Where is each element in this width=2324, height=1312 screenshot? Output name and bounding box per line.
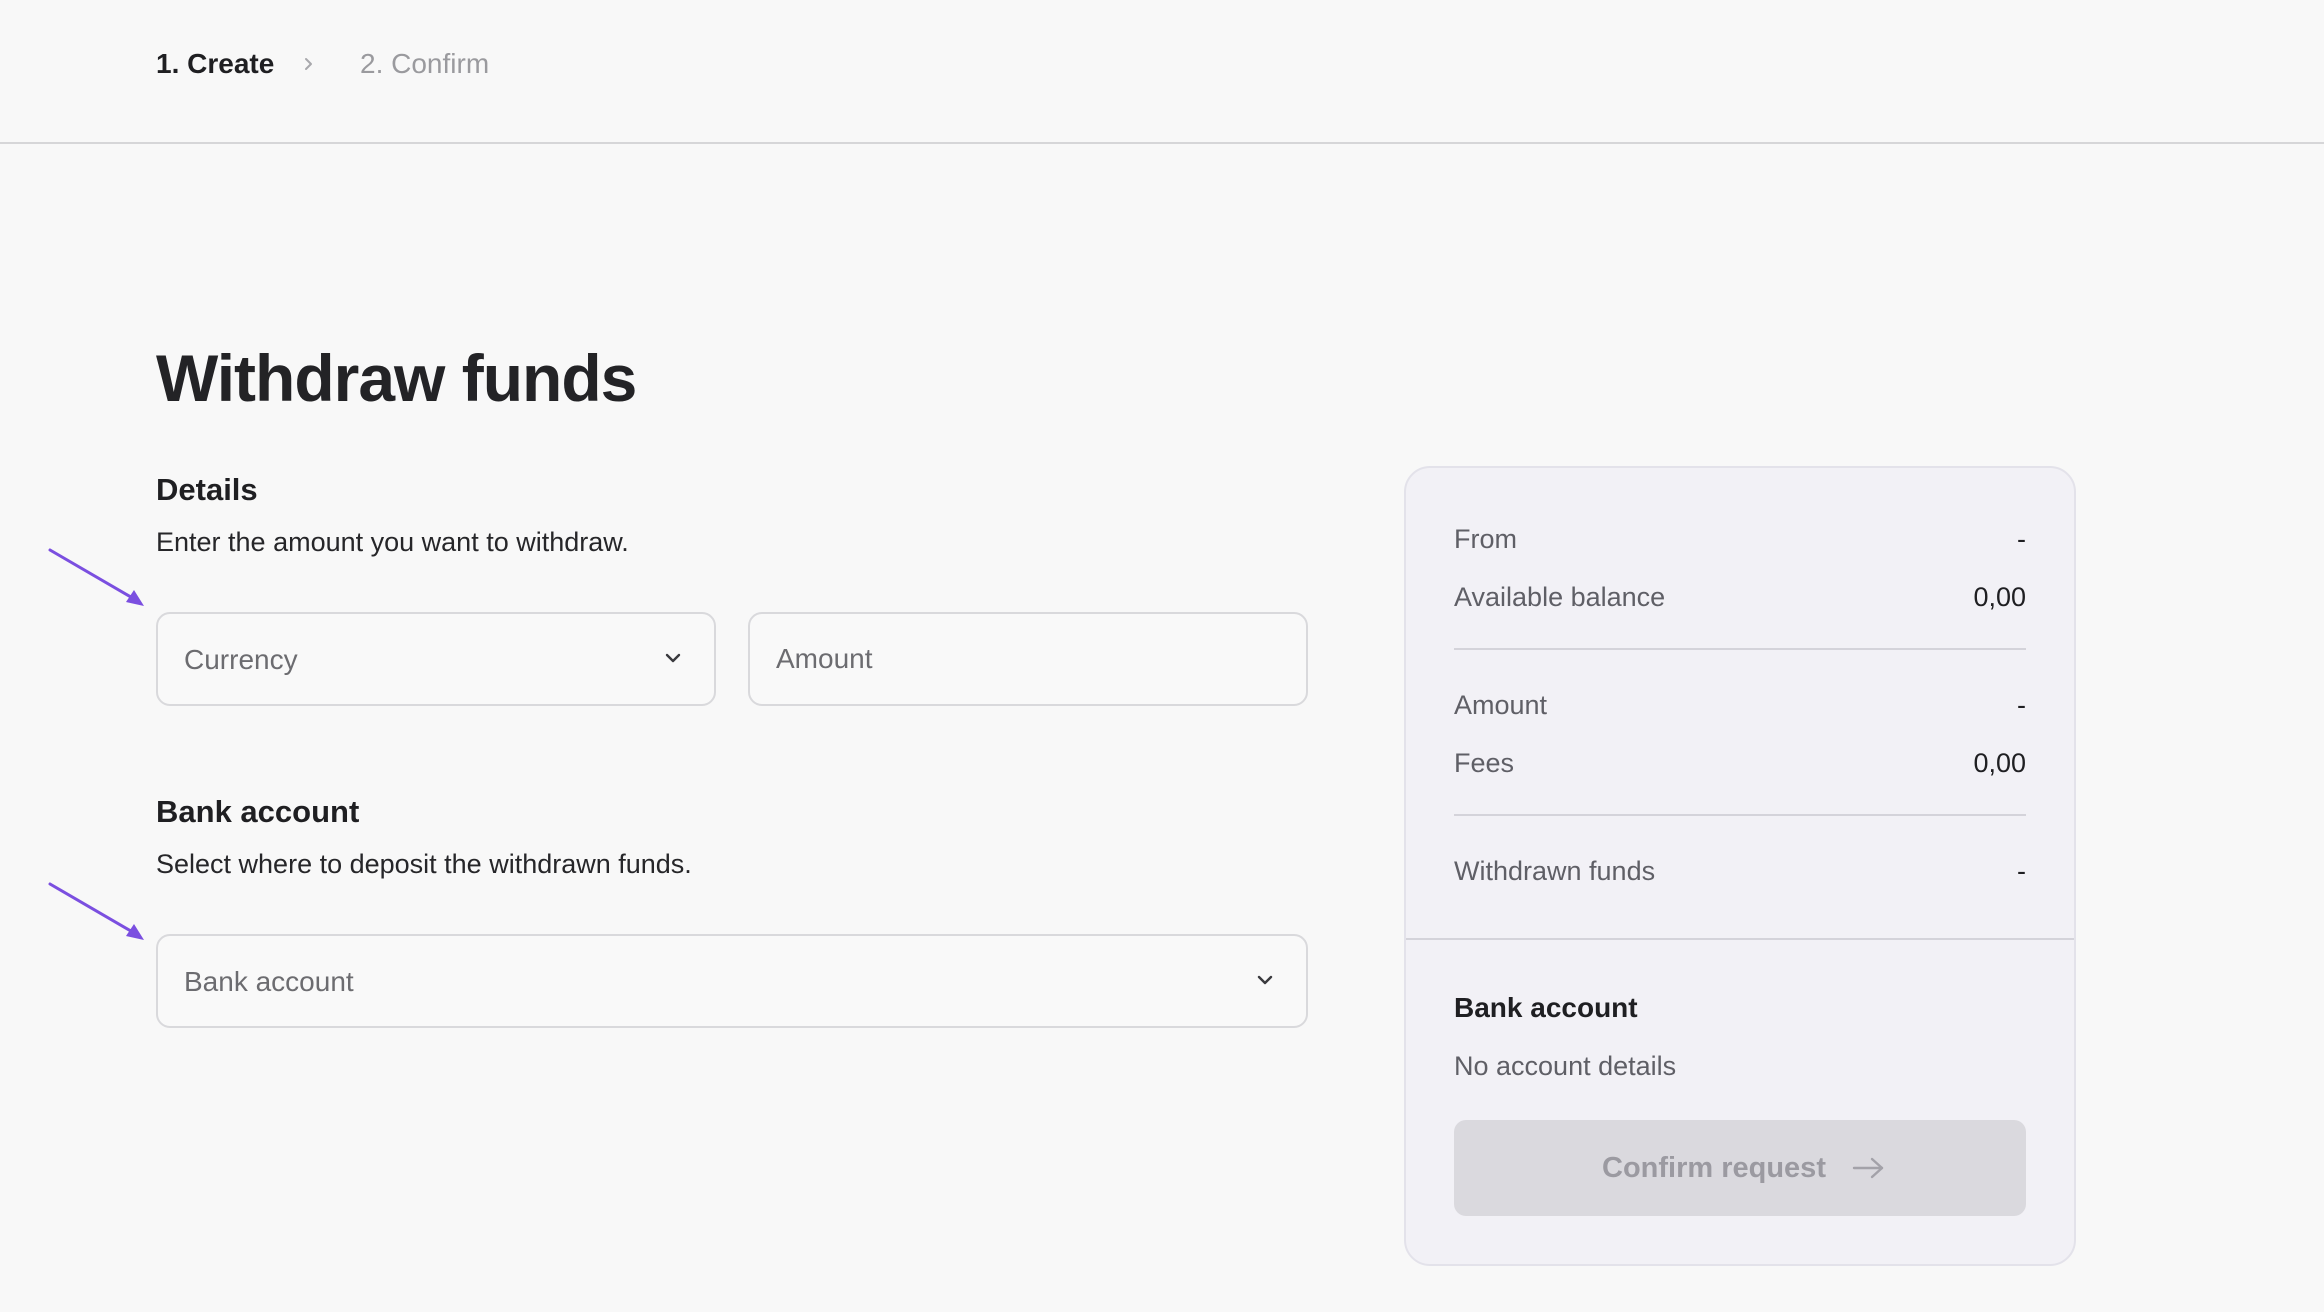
summary-value: - — [2017, 856, 2026, 886]
details-title: Details — [156, 472, 258, 507]
pointer-arrow-icon — [48, 882, 144, 940]
summary-row-fees: Fees 0,00 — [1454, 744, 2026, 782]
summary-label: Available balance — [1454, 582, 1666, 612]
step-confirm[interactable]: 2. Confirm — [360, 46, 489, 82]
summary-bank-title: Bank account — [1454, 992, 1638, 1023]
stepper: 1. Create 2. Confirm — [0, 0, 2324, 144]
summary-value: - — [2017, 524, 2026, 554]
step-create[interactable]: 1. Create — [156, 46, 274, 82]
summary-label: Withdrawn funds — [1454, 856, 1656, 886]
summary-row-available-balance: Available balance 0,00 — [1454, 578, 2026, 616]
pointer-arrow-icon — [48, 548, 144, 606]
currency-select-placeholder: Currency — [184, 644, 298, 675]
page-title: Withdraw funds — [156, 341, 637, 415]
summary-label: Amount — [1454, 690, 1548, 720]
amount-input[interactable] — [774, 630, 1286, 688]
summary-row-withdrawn-funds: Withdrawn funds - — [1454, 852, 2026, 890]
chevron-down-icon — [1257, 975, 1273, 985]
bank-account-select-placeholder: Bank account — [184, 966, 354, 997]
currency-select[interactable]: Currency — [156, 612, 716, 706]
summary-bank-details: No account details — [1454, 1051, 1677, 1081]
summary-value: 0,00 — [1973, 582, 2026, 612]
summary-card: From - Available balance 0,00 Amount - F… — [1404, 466, 2076, 1266]
bank-account-description: Select where to deposit the withdrawn fu… — [156, 849, 692, 879]
arrow-right-icon — [1852, 1157, 1884, 1179]
chevron-down-icon — [665, 653, 681, 663]
chevron-right-icon — [305, 58, 312, 70]
divider — [1454, 648, 2026, 650]
summary-label: Fees — [1454, 748, 1515, 778]
details-description: Enter the amount you want to withdraw. — [156, 527, 629, 557]
confirm-request-label: Confirm request — [1602, 1152, 1826, 1184]
bank-account-select[interactable]: Bank account — [156, 934, 1308, 1028]
summary-value: - — [2017, 690, 2026, 720]
bank-account-title: Bank account — [156, 794, 360, 829]
confirm-request-button[interactable]: Confirm request — [1454, 1120, 2026, 1216]
summary-value: 0,00 — [1973, 748, 2026, 778]
divider — [1454, 814, 2026, 816]
summary-label: From — [1454, 524, 1517, 554]
summary-row-amount: Amount - — [1454, 686, 2026, 724]
amount-field[interactable] — [748, 612, 1308, 706]
summary-row-from: From - — [1454, 520, 2026, 558]
divider — [1406, 938, 2074, 940]
